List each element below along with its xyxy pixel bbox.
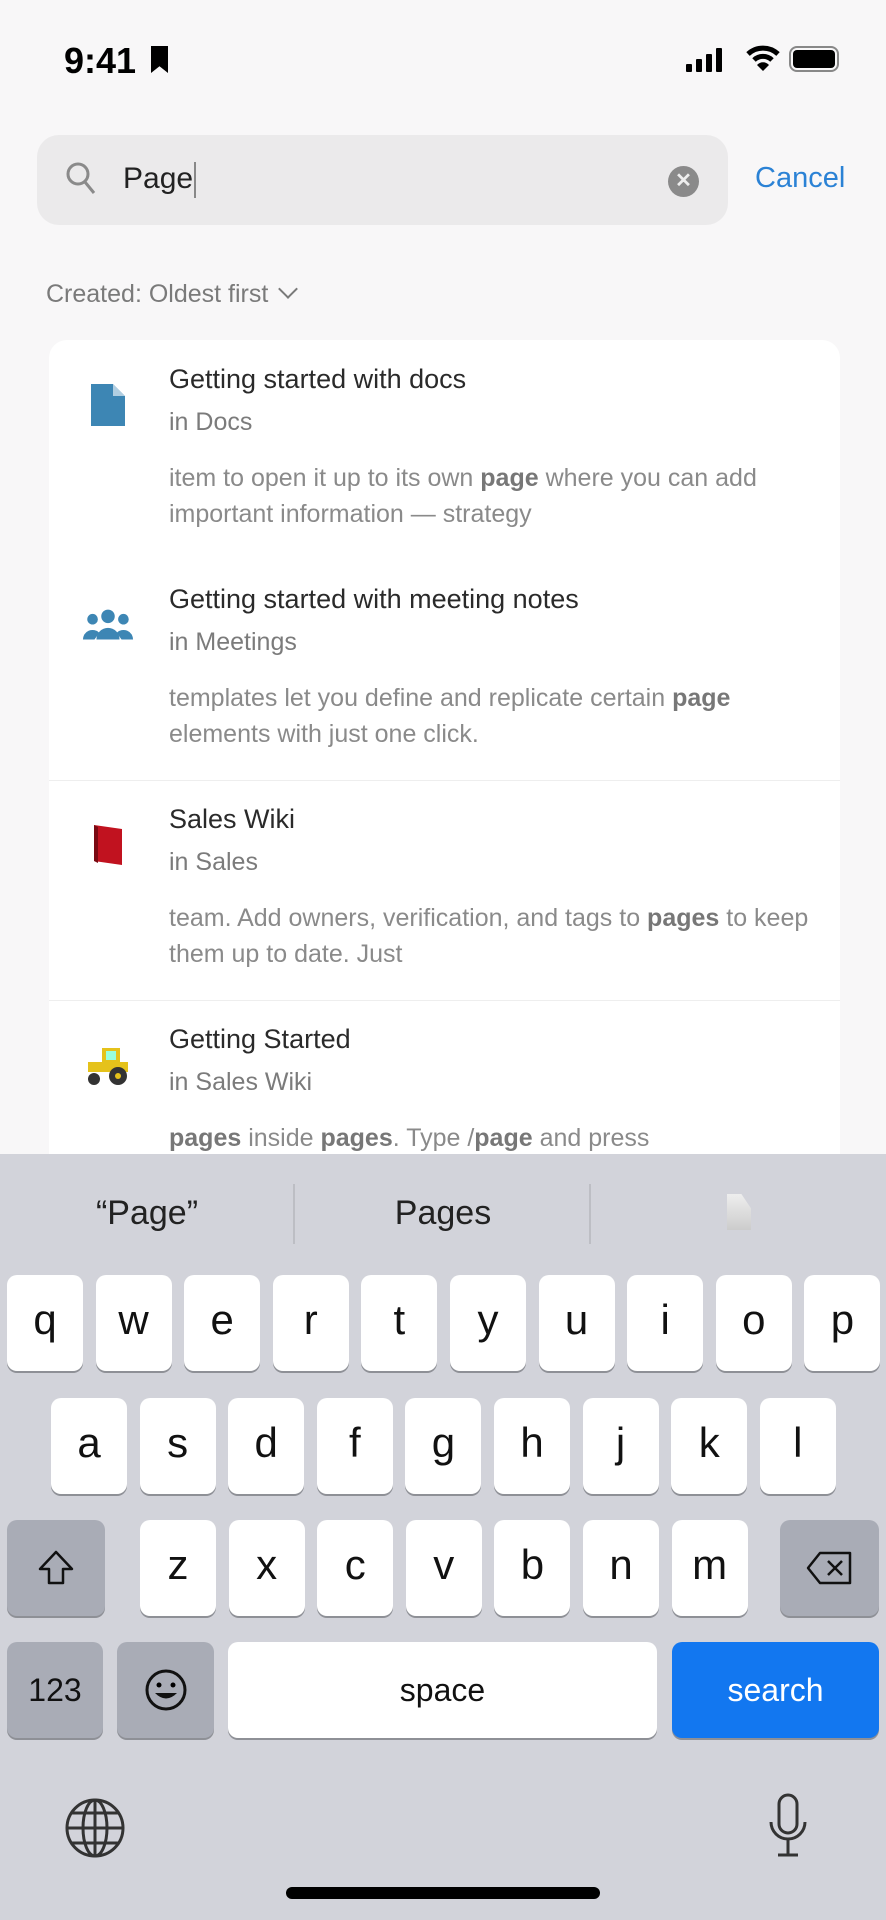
key-c[interactable]: c [317, 1520, 394, 1616]
results-list: Getting started with docs in Docs item t… [49, 340, 840, 1180]
emoji-icon [145, 1669, 186, 1711]
page-emoji-icon [727, 1194, 751, 1230]
result-title: Getting started with docs [169, 364, 467, 394]
divider [589, 1184, 591, 1244]
space-key[interactable]: space [228, 1642, 657, 1738]
suggestion-emoji[interactable] [592, 1194, 886, 1239]
snippet-text: elements with just one click. [169, 720, 479, 748]
divider [49, 780, 840, 781]
snippet-text: and press [532, 1124, 650, 1152]
divider [49, 1000, 840, 1001]
key-j[interactable]: j [582, 1398, 659, 1494]
key-z[interactable]: z [140, 1520, 216, 1616]
key-t[interactable]: t [361, 1275, 438, 1371]
result-location: in Docs [169, 408, 253, 436]
result-title: Getting started with meeting notes [169, 584, 579, 614]
key-i[interactable]: i [627, 1275, 704, 1371]
key-u[interactable]: u [538, 1275, 615, 1371]
highlighted-match: pages [320, 1124, 393, 1152]
divider [293, 1184, 295, 1244]
result-snippet: item to open it up to its own page where… [169, 460, 819, 532]
highlighted-match: page [474, 1124, 533, 1152]
shift-key[interactable] [7, 1520, 105, 1616]
search-icon [66, 162, 96, 194]
result-snippet: templates let you define and replicate c… [169, 680, 819, 752]
highlighted-match: page [480, 464, 539, 492]
result-item[interactable]: Sales Wiki in Sales team. Add owners, ve… [49, 780, 840, 1000]
search-input[interactable]: Page [123, 162, 197, 199]
key-v[interactable]: v [405, 1520, 482, 1616]
home-indicator [286, 1887, 600, 1899]
delete-key[interactable] [780, 1520, 879, 1616]
result-item[interactable]: Getting Started in Sales Wiki pages insi… [49, 1000, 840, 1180]
key-e[interactable]: e [184, 1275, 261, 1371]
key-w[interactable]: w [95, 1275, 172, 1371]
key-h[interactable]: h [494, 1398, 570, 1494]
bookmark-icon [151, 46, 168, 73]
result-snippet: team. Add owners, verification, and tags… [169, 900, 819, 972]
globe-icon[interactable] [64, 1797, 126, 1859]
key-n[interactable]: n [583, 1520, 659, 1616]
snippet-text: inside [241, 1124, 321, 1152]
snippet-text: item to open it up to its own [169, 464, 481, 492]
key-m[interactable]: m [671, 1520, 748, 1616]
result-item[interactable]: Getting started with docs in Docs item t… [49, 340, 840, 560]
key-k[interactable]: k [671, 1398, 748, 1494]
result-location: in Meetings [169, 628, 297, 656]
people-icon [81, 598, 135, 652]
key-r[interactable]: r [272, 1275, 349, 1371]
result-title: Getting Started [169, 1024, 351, 1054]
snippet-text: templates let you define and replicate c… [169, 684, 673, 712]
status-time: 9:41 [64, 40, 137, 81]
numbers-key[interactable]: 123 [7, 1642, 103, 1738]
key-g[interactable]: g [405, 1398, 482, 1494]
key-d[interactable]: d [228, 1398, 305, 1494]
key-a[interactable]: a [51, 1398, 127, 1494]
key-o[interactable]: o [715, 1275, 792, 1371]
microphone-icon[interactable] [766, 1792, 810, 1862]
snippet-text: team. Add owners, verification, and tags… [169, 904, 648, 932]
document-icon [81, 378, 135, 432]
result-item[interactable]: Getting started with meeting notes in Me… [49, 560, 840, 780]
battery-icon [789, 46, 839, 72]
tractor-icon [81, 1038, 135, 1092]
highlighted-match: page [672, 684, 731, 712]
cancel-button[interactable]: Cancel [755, 162, 845, 195]
result-title: Sales Wiki [169, 804, 296, 834]
red-book-icon [81, 818, 135, 872]
result-location: in Sales Wiki [169, 1068, 313, 1096]
snippet-text: . Type / [392, 1124, 475, 1152]
clear-search-button[interactable]: ✕ [668, 166, 699, 197]
emoji-key[interactable] [117, 1642, 214, 1738]
suggestion-quoted[interactable]: “Page” [0, 1194, 294, 1233]
sort-dropdown[interactable]: Created: Oldest first [46, 279, 299, 309]
keyboard: “Page” Pages qwertyuiopasdfghjklzxcvbnm … [0, 1154, 886, 1920]
highlighted-match: pages [647, 904, 720, 932]
search-key[interactable]: search [672, 1642, 879, 1738]
key-s[interactable]: s [139, 1398, 216, 1494]
key-y[interactable]: y [450, 1275, 526, 1371]
key-b[interactable]: b [494, 1520, 571, 1616]
sort-label: Created: Oldest first [46, 280, 269, 308]
key-p[interactable]: p [804, 1275, 881, 1371]
backspace-icon [806, 1551, 851, 1585]
wifi-icon [746, 45, 780, 71]
key-l[interactable]: l [759, 1398, 836, 1494]
result-location: in Sales [169, 848, 258, 876]
cellular-signal-icon [686, 48, 722, 72]
highlighted-match: pages [169, 1124, 242, 1152]
shift-icon [38, 1550, 74, 1585]
key-x[interactable]: x [228, 1520, 305, 1616]
key-f[interactable]: f [316, 1398, 393, 1494]
result-snippet: pages inside pages. Type /page and press [169, 1120, 819, 1156]
suggestion-pages[interactable]: Pages [296, 1194, 590, 1233]
search-field[interactable]: Page ✕ [37, 135, 728, 225]
key-q[interactable]: q [7, 1275, 83, 1371]
chevron-down-icon [278, 279, 299, 299]
